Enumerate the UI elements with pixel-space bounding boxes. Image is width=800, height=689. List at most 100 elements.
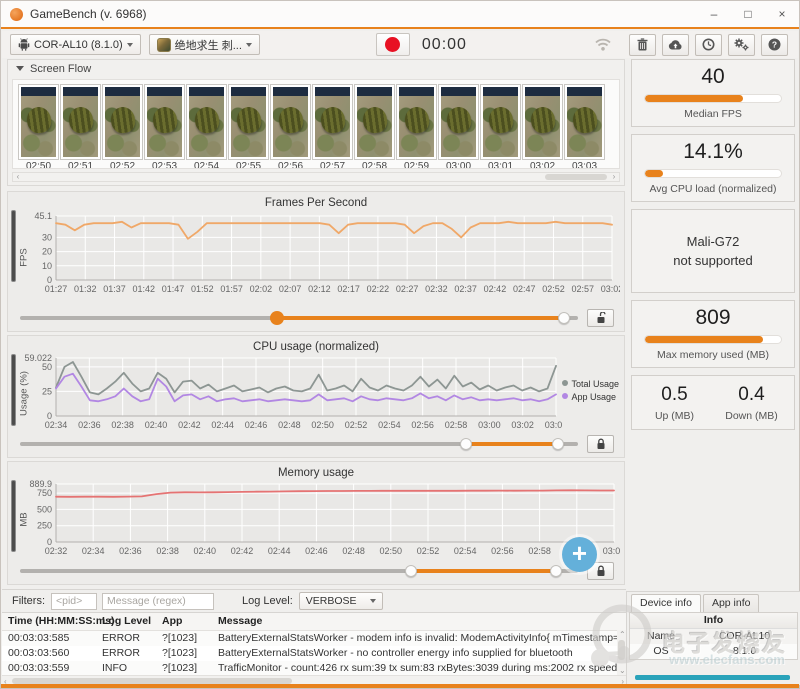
screen-flow-scrollbar[interactable]: ‹ › bbox=[12, 172, 620, 182]
help-button[interactable]: ? bbox=[761, 34, 788, 56]
thumbnail-image[interactable] bbox=[439, 85, 478, 159]
log-column-header[interactable]: Log Level bbox=[96, 613, 156, 630]
legend-entry: Total Usage bbox=[562, 378, 619, 391]
close-button[interactable]: × bbox=[765, 1, 799, 27]
screenflow-thumbnail[interactable]: 03:03 bbox=[565, 85, 604, 168]
delete-session-button[interactable] bbox=[629, 34, 656, 56]
cloud-upload-button[interactable] bbox=[662, 34, 689, 56]
cpu-lock-button[interactable] bbox=[587, 435, 614, 453]
cpu-legend: Total UsageApp Usage bbox=[562, 378, 619, 404]
device-panel-scrollbar[interactable] bbox=[635, 675, 790, 680]
slider-handle-left[interactable] bbox=[460, 438, 472, 450]
screenflow-thumbnail[interactable]: 02:58 bbox=[355, 85, 394, 168]
cpu-range-slider[interactable] bbox=[20, 435, 614, 453]
screenflow-thumbnail[interactable]: 02:53 bbox=[145, 85, 184, 168]
svg-text:02:46: 02:46 bbox=[245, 420, 268, 430]
maximize-button[interactable]: □ bbox=[731, 1, 765, 27]
scrollbar-thumb[interactable] bbox=[545, 174, 607, 180]
thumbnail-image[interactable] bbox=[187, 85, 226, 159]
svg-text:03:02: 03:02 bbox=[603, 546, 620, 556]
screenflow-thumbnail[interactable]: 02:51 bbox=[61, 85, 100, 168]
slider-handle-right[interactable] bbox=[552, 438, 564, 450]
pid-filter-input[interactable] bbox=[51, 593, 97, 610]
chart-grip-handle[interactable] bbox=[11, 354, 16, 426]
parachute-graphic bbox=[529, 105, 556, 134]
avg-cpu-card: 14.1% Avg CPU load (normalized) bbox=[631, 134, 795, 202]
tab-device-info[interactable]: Device info bbox=[631, 594, 701, 612]
chart-grip-handle[interactable] bbox=[11, 480, 16, 552]
svg-text:20: 20 bbox=[42, 247, 52, 257]
screenflow-thumbnail[interactable]: 03:02 bbox=[523, 85, 562, 168]
svg-text:02:44: 02:44 bbox=[268, 546, 291, 556]
screenflow-thumbnail[interactable]: 02:50 bbox=[19, 85, 58, 168]
parachute-graphic bbox=[361, 105, 388, 134]
screenflow-thumbnail[interactable]: 02:52 bbox=[103, 85, 142, 168]
thumbnail-image[interactable] bbox=[103, 85, 142, 159]
thumbnail-image[interactable] bbox=[271, 85, 310, 159]
download-value: 0.4 bbox=[713, 384, 790, 406]
svg-text:02:47: 02:47 bbox=[513, 284, 536, 294]
slider-handle-right[interactable] bbox=[558, 312, 570, 324]
log-column-header[interactable]: App bbox=[156, 613, 212, 630]
app-selector-label: 绝地求生 刺... bbox=[175, 37, 242, 53]
thumbnail-image[interactable] bbox=[313, 85, 352, 159]
chart-grip-handle[interactable] bbox=[11, 210, 16, 282]
slider-handle-right[interactable] bbox=[550, 565, 562, 577]
thumbnail-image[interactable] bbox=[61, 85, 100, 159]
thumbnail-image[interactable] bbox=[145, 85, 184, 159]
svg-text:02:52: 02:52 bbox=[542, 284, 565, 294]
screenflow-thumbnail[interactable]: 03:01 bbox=[481, 85, 520, 168]
tab-app-info[interactable]: App info bbox=[703, 594, 760, 612]
svg-text:0: 0 bbox=[47, 537, 52, 547]
log-row[interactable]: 00:03:03:585ERROR?[1023]BatteryExternalS… bbox=[2, 631, 626, 646]
svg-text:02:44: 02:44 bbox=[211, 420, 234, 430]
upload-value: 0.5 bbox=[636, 384, 713, 406]
title-bar: GameBench (v. 6968) – □ × bbox=[1, 1, 799, 29]
memory-range-slider[interactable] bbox=[20, 562, 614, 580]
median-fps-card: 40 Median FPS bbox=[631, 59, 795, 127]
app-selector-dropdown[interactable]: 绝地求生 刺... bbox=[149, 34, 260, 55]
screenflow-thumbnail[interactable]: 02:59 bbox=[397, 85, 436, 168]
screen-flow-header[interactable]: Screen Flow bbox=[8, 60, 624, 77]
thumbnail-image[interactable] bbox=[523, 85, 562, 159]
log-row[interactable]: 00:03:03:559INFO?[1023]TrafficMonitor - … bbox=[2, 661, 626, 676]
thumbnail-image[interactable] bbox=[481, 85, 520, 159]
svg-text:02:17: 02:17 bbox=[337, 284, 360, 294]
screenflow-thumbnail[interactable]: 02:56 bbox=[271, 85, 310, 168]
thumbnail-image[interactable] bbox=[355, 85, 394, 159]
log-vertical-scrollbar[interactable]: ⌃ ⌄ bbox=[617, 630, 626, 676]
svg-text:02:58: 02:58 bbox=[528, 546, 551, 556]
slider-handle-left[interactable] bbox=[270, 311, 284, 325]
record-button[interactable] bbox=[376, 33, 410, 56]
log-column-header[interactable]: Time (HH:MM:SS:ms) bbox=[2, 613, 96, 630]
log-level-dropdown[interactable]: VERBOSE bbox=[299, 592, 383, 610]
log-cell: BatteryExternalStatsWorker - modem info … bbox=[212, 631, 626, 646]
screenflow-thumbnail[interactable]: 02:55 bbox=[229, 85, 268, 168]
svg-text:02:32: 02:32 bbox=[425, 284, 448, 294]
minimize-button[interactable]: – bbox=[697, 1, 731, 27]
gpu-card: Mali-G72 not supported bbox=[631, 209, 795, 293]
log-column-header[interactable]: Message bbox=[212, 613, 626, 630]
fps-range-slider[interactable] bbox=[20, 309, 614, 327]
thumbnail-image[interactable] bbox=[397, 85, 436, 159]
settings-button[interactable] bbox=[728, 34, 755, 56]
add-marker-button[interactable]: + bbox=[562, 537, 597, 572]
screenflow-thumbnail[interactable]: 02:54 bbox=[187, 85, 226, 168]
chevron-down-icon bbox=[127, 43, 133, 47]
thumbnail-image[interactable] bbox=[19, 85, 58, 159]
scroll-right-icon[interactable]: › bbox=[609, 173, 619, 181]
log-row[interactable]: 00:03:03:560ERROR?[1023]BatteryExternalS… bbox=[2, 646, 626, 661]
thumbnail-image[interactable] bbox=[565, 85, 604, 159]
device-selector-dropdown[interactable]: COR-AL10 (8.1.0) bbox=[10, 34, 141, 55]
slider-handle-left[interactable] bbox=[405, 565, 417, 577]
svg-text:02:22: 02:22 bbox=[367, 284, 390, 294]
scrollbar-thumb[interactable] bbox=[618, 640, 625, 660]
screenflow-thumbnail[interactable]: 03:00 bbox=[439, 85, 478, 168]
scroll-left-icon[interactable]: ‹ bbox=[13, 173, 23, 181]
history-button[interactable] bbox=[695, 34, 722, 56]
screenflow-thumbnail[interactable]: 02:57 bbox=[313, 85, 352, 168]
message-filter-input[interactable] bbox=[102, 593, 214, 610]
svg-text:02:36: 02:36 bbox=[78, 420, 101, 430]
thumbnail-image[interactable] bbox=[229, 85, 268, 159]
fps-unlock-button[interactable] bbox=[587, 309, 614, 327]
